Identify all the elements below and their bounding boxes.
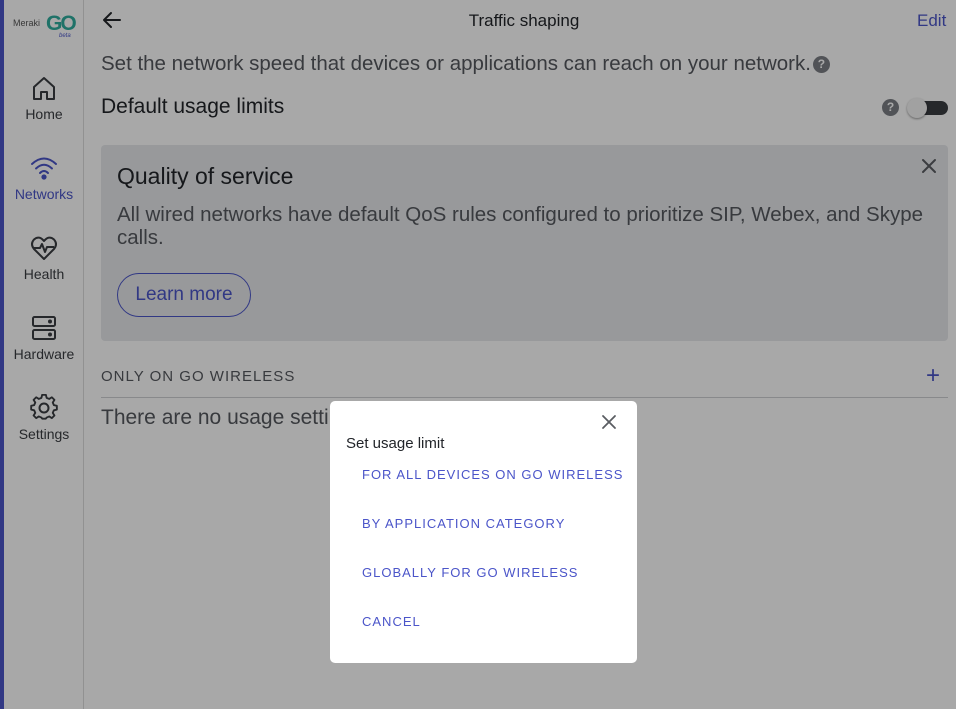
option-all-devices[interactable]: FOR ALL DEVICES ON GO WIRELESS xyxy=(362,467,623,482)
close-icon[interactable] xyxy=(600,413,618,431)
dialog-title: Set usage limit xyxy=(346,435,445,452)
set-usage-limit-dialog: Set usage limit FOR ALL DEVICES ON GO WI… xyxy=(330,401,637,663)
option-by-application-category[interactable]: BY APPLICATION CATEGORY xyxy=(362,516,565,531)
option-globally[interactable]: GLOBALLY FOR GO WIRELESS xyxy=(362,565,578,580)
cancel-button[interactable]: CANCEL xyxy=(362,614,421,629)
